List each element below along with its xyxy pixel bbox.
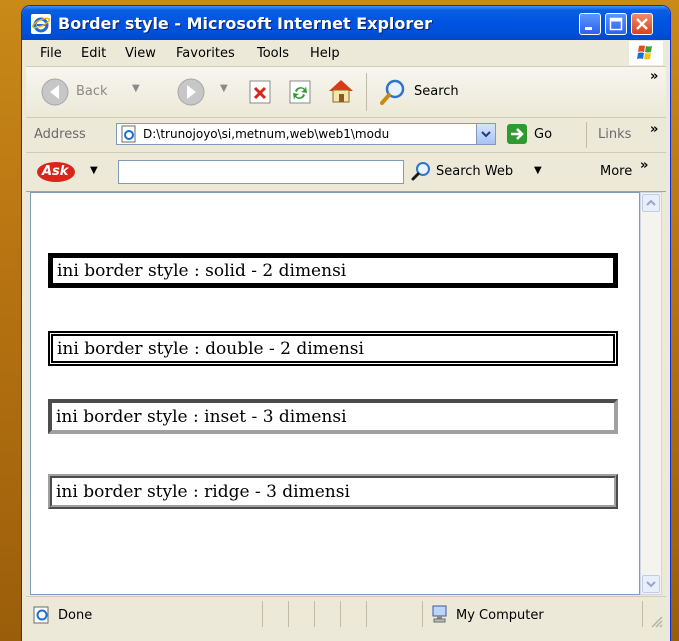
menu-favorites[interactable]: Favorites	[176, 46, 235, 61]
status-separator	[642, 601, 643, 627]
close-button[interactable]	[631, 13, 653, 35]
go-label: Go	[534, 127, 553, 142]
title-bar[interactable]: Border style - Microsoft Internet Explor…	[22, 6, 670, 40]
browser-window: Border style - Microsoft Internet Explor…	[22, 6, 670, 641]
status-separator	[288, 601, 289, 627]
status-separator	[422, 601, 423, 627]
vertical-scrollbar[interactable]	[640, 192, 662, 595]
search-icon	[380, 79, 405, 105]
refresh-icon[interactable]	[288, 79, 314, 105]
ask-toolbar: Ask ▼ Search Web ▼ More »	[26, 153, 666, 192]
menu-help[interactable]: Help	[310, 46, 340, 61]
forward-button[interactable]: ▼	[176, 77, 236, 107]
status-bar: Done My Computer	[26, 596, 666, 641]
scroll-down-button[interactable]	[642, 575, 660, 593]
maximize-icon	[609, 17, 623, 31]
forward-arrow-icon	[177, 78, 205, 106]
menu-view[interactable]: View	[125, 46, 156, 61]
menu-edit[interactable]: Edit	[81, 46, 106, 61]
go-button[interactable]: Go	[506, 123, 576, 147]
address-bar: Address D:\trunojoyo\si,metnum,web\web1\…	[26, 118, 666, 153]
maximize-button[interactable]	[605, 13, 627, 35]
address-dropdown-button[interactable]	[476, 124, 495, 144]
stop-icon[interactable]	[248, 79, 274, 105]
chevron-down-icon	[646, 581, 656, 588]
resize-grip-icon[interactable]	[650, 615, 664, 629]
toolbar-chevron[interactable]: »	[650, 69, 658, 84]
search-label: Search	[414, 84, 459, 99]
forward-dropdown-icon[interactable]: ▼	[220, 83, 228, 94]
status-separator	[340, 601, 341, 627]
minimize-icon	[585, 27, 592, 30]
status-separator	[262, 601, 263, 627]
windows-logo-icon	[629, 41, 663, 65]
minimize-button[interactable]	[579, 13, 601, 35]
search-web-label: Search Web	[436, 164, 514, 179]
my-computer-icon	[432, 605, 447, 623]
ask-logo-text: Ask	[42, 164, 69, 179]
solid-border-box: ini border style : solid - 2 dimensi	[48, 253, 618, 288]
status-separator	[366, 601, 367, 627]
window-title: Border style - Microsoft Internet Explor…	[58, 14, 433, 33]
double-border-box: ini border style : double - 2 dimensi	[48, 331, 618, 366]
search-button[interactable]: Search	[378, 77, 488, 107]
chevron-down-icon	[481, 131, 491, 138]
page-icon	[121, 125, 136, 143]
ridge-border-box: ini border style : ridge - 3 dimensi	[48, 474, 618, 509]
page-content: ini border style : solid - 2 dimensi ini…	[30, 192, 640, 595]
back-dropdown-icon[interactable]: ▼	[132, 83, 140, 94]
chevron-up-icon	[646, 199, 656, 206]
address-input[interactable]: D:\trunojoyo\si,metnum,web\web1\modu	[116, 123, 496, 145]
search-web-dropdown-icon[interactable]: ▼	[534, 165, 542, 176]
search-web-button[interactable]: Search Web ▼	[410, 160, 550, 184]
standard-toolbar: Back ▼ ▼ Search »	[26, 67, 666, 118]
address-value: D:\trunojoyo\si,metnum,web\web1\modu	[143, 127, 390, 141]
ask-search-input[interactable]	[118, 160, 404, 184]
close-icon	[636, 18, 648, 30]
more-label[interactable]: More	[600, 164, 632, 179]
links-chevron[interactable]: »	[650, 122, 658, 137]
inset-border-box: ini border style : inset - 3 dimensi	[48, 399, 618, 434]
address-separator	[586, 122, 587, 148]
menu-bar: File Edit View Favorites Tools Help	[26, 40, 666, 67]
menu-file[interactable]: File	[40, 46, 62, 61]
ask-logo[interactable]: Ask	[36, 161, 80, 183]
links-label[interactable]: Links	[598, 127, 631, 142]
ask-dropdown-icon[interactable]: ▼	[90, 165, 98, 176]
scroll-up-button[interactable]	[642, 194, 660, 212]
status-separator	[314, 601, 315, 627]
more-chevron[interactable]: »	[640, 158, 648, 173]
home-icon[interactable]	[326, 77, 356, 105]
address-label: Address	[34, 127, 86, 142]
status-text: Done	[58, 608, 93, 623]
menu-tools[interactable]: Tools	[257, 46, 289, 61]
toolbar-separator	[366, 73, 367, 111]
search-web-icon	[411, 162, 430, 181]
page-done-icon	[33, 606, 49, 624]
ie-logo-icon	[31, 14, 51, 34]
back-label: Back	[76, 84, 108, 99]
back-button[interactable]: Back ▼	[40, 77, 158, 107]
go-arrow-icon	[507, 124, 527, 144]
zone-text: My Computer	[456, 608, 544, 623]
back-arrow-icon	[41, 78, 69, 106]
